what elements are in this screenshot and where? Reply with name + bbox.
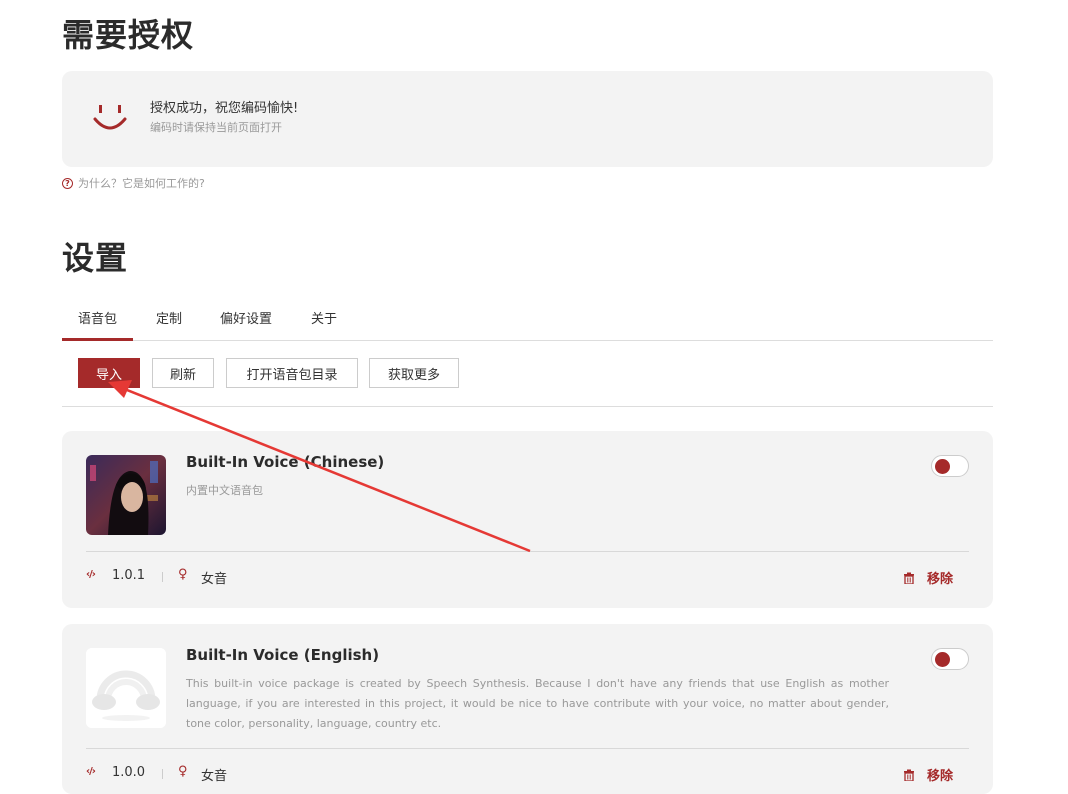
voice-description: This built-in voice package is created b… [186,677,889,730]
question-circle-icon: ? [62,177,73,189]
voice-meta-row: ‹/› 1.0.1 ♀ 女音 移除 [86,567,969,588]
voice-enable-toggle[interactable] [931,648,969,670]
why-help-text[interactable]: 为什么？它是如何工作的? [78,175,205,191]
meta-separator [162,769,163,779]
settings-tabs: 语音包 定制 偏好设置 关于 [61,300,993,341]
tab-preferences[interactable]: 偏好设置 [220,308,272,327]
card-divider [86,551,969,552]
remove-button[interactable]: 移除 [903,568,953,587]
toggle-knob [935,459,950,474]
toggle-knob [935,652,950,667]
tab-about[interactable]: 关于 [311,308,337,327]
why-help-link[interactable]: ? 为什么？它是如何工作的? [62,175,205,191]
female-icon: ♀ [178,764,188,779]
auth-message: 授权成功，祝您编码愉快! [150,101,299,116]
voice-enable-toggle[interactable] [931,455,969,477]
trash-icon [903,769,914,781]
voice-pack-toolbar: 导入 刷新 打开语音包目录 获取更多 [62,357,993,407]
auth-subtext: 编码时请保持当前页面打开 [150,121,282,134]
voice-thumbnail-rainbow [86,648,166,728]
voice-title: Built-In Voice (Chinese) [186,453,385,471]
voice-gender: 女音 [201,572,228,587]
voice-thumbnail-photo [86,455,166,535]
voice-description: 内置中文语音包 [186,484,263,497]
meta-separator [162,572,163,582]
tab-customize[interactable]: 定制 [156,308,182,327]
voice-card-chinese: Built-In Voice (Chinese) 内置中文语音包 ‹/› 1.0… [62,431,993,608]
remove-button[interactable]: 移除 [903,765,953,784]
tab-voice-packs[interactable]: 语音包 [61,308,134,341]
voice-gender: 女音 [201,769,228,784]
voice-title: Built-In Voice (English) [186,646,380,664]
trash-icon [903,572,914,584]
auth-title: 需要授权 [62,16,195,54]
voice-card-english: Built-In Voice (English) This built-in v… [62,624,993,794]
open-voice-dir-button[interactable]: 打开语音包目录 [226,358,358,388]
remove-label: 移除 [926,572,953,587]
card-divider [86,748,969,749]
refresh-button[interactable]: 刷新 [152,358,214,388]
voice-version: 1.0.1 [112,568,146,583]
remove-label: 移除 [926,769,953,784]
settings-title: 设置 [62,239,129,277]
smile-icon [93,105,127,130]
import-button[interactable]: 导入 [78,358,140,388]
voice-version: 1.0.0 [112,765,146,780]
code-icon: ‹/› [86,569,96,580]
get-more-button[interactable]: 获取更多 [369,358,459,388]
code-icon: ‹/› [86,766,96,777]
voice-meta-row: ‹/› 1.0.0 ♀ 女音 移除 [86,764,969,785]
female-icon: ♀ [178,567,188,582]
auth-status-card: 授权成功，祝您编码愉快! 编码时请保持当前页面打开 [62,71,993,167]
